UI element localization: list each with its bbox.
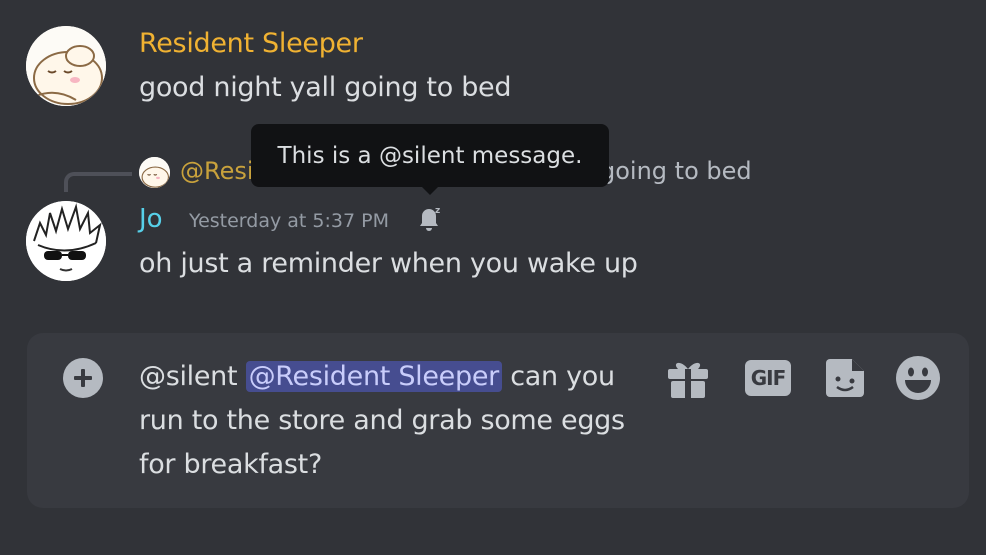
reply-text[interactable]: going to bed — [600, 157, 752, 185]
emoji-button[interactable] — [895, 355, 941, 401]
reply-author[interactable]: @Resi — [180, 157, 254, 185]
gift-button[interactable] — [665, 355, 711, 401]
emoji-icon — [896, 356, 940, 400]
message-text: oh just a reminder when you wake up — [139, 248, 638, 279]
silent-prefix: @silent — [139, 361, 246, 392]
gif-icon: GIF — [745, 360, 791, 396]
silent-tooltip: This is a @silent message. — [251, 124, 609, 187]
sticker-button[interactable] — [822, 355, 868, 401]
reply-spine — [64, 172, 132, 192]
avatar-resident-sleeper[interactable] — [26, 26, 106, 106]
message-author[interactable]: Jo — [139, 204, 163, 234]
gift-icon — [668, 362, 708, 398]
tooltip-arrow — [421, 186, 439, 195]
gif-button[interactable]: GIF — [745, 355, 791, 401]
reply-avatar[interactable] — [139, 157, 170, 188]
user-mention[interactable]: @Resident Sleeper — [245, 361, 502, 392]
sticker-icon — [826, 359, 864, 397]
avatar-jo[interactable] — [26, 201, 106, 281]
tooltip-text: This is a @silent message. — [277, 142, 583, 169]
message-input[interactable]: @silent @Resident Sleeper can you run to… — [139, 355, 629, 487]
message-author[interactable]: Resident Sleeper — [139, 28, 363, 59]
add-attachment-button[interactable] — [63, 358, 103, 398]
message-timestamp[interactable]: Yesterday at 5:37 PM — [189, 210, 389, 232]
svg-text:z: z — [435, 206, 440, 216]
add-icon — [74, 369, 92, 387]
silent-bell-icon[interactable]: z — [416, 204, 444, 234]
message-text: good night yall going to bed — [139, 72, 512, 103]
